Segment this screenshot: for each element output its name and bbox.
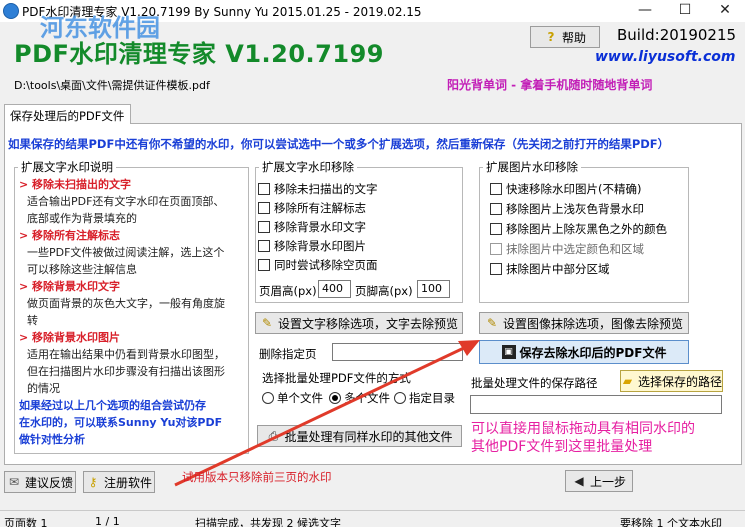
prev-step-button[interactable]: ◀ 上一步 bbox=[565, 470, 633, 492]
arrow-left-icon: ◀ bbox=[574, 474, 584, 488]
status-pages: 页面数 1 bbox=[4, 517, 48, 527]
status-page-index: 1 / 1 bbox=[95, 515, 120, 527]
status-remove-info: 要移除 1 个文本水印 bbox=[620, 517, 722, 527]
register-button[interactable]: ⚷ 注册软件 bbox=[83, 471, 155, 493]
status-bar: 页面数 1 1 / 1 扫描完成，共发现 2 候选文字 要移除 1 个文本水印 bbox=[0, 510, 745, 527]
arrow-shaft bbox=[174, 344, 469, 487]
key-icon: ⚷ bbox=[88, 475, 98, 489]
feedback-button[interactable]: ✉ 建议反馈 bbox=[4, 471, 76, 493]
feedback-label: 建议反馈 bbox=[24, 475, 73, 490]
trial-notice: 试用版本只移除前三页的水印 bbox=[182, 470, 332, 484]
register-label: 注册软件 bbox=[103, 475, 152, 490]
status-scan: 扫描完成，共发现 2 候选文字 bbox=[195, 517, 341, 527]
red-arrow-annotation bbox=[174, 340, 480, 487]
feedback-icon: ✉ bbox=[8, 475, 20, 489]
prev-step-label: 上一步 bbox=[589, 474, 626, 489]
